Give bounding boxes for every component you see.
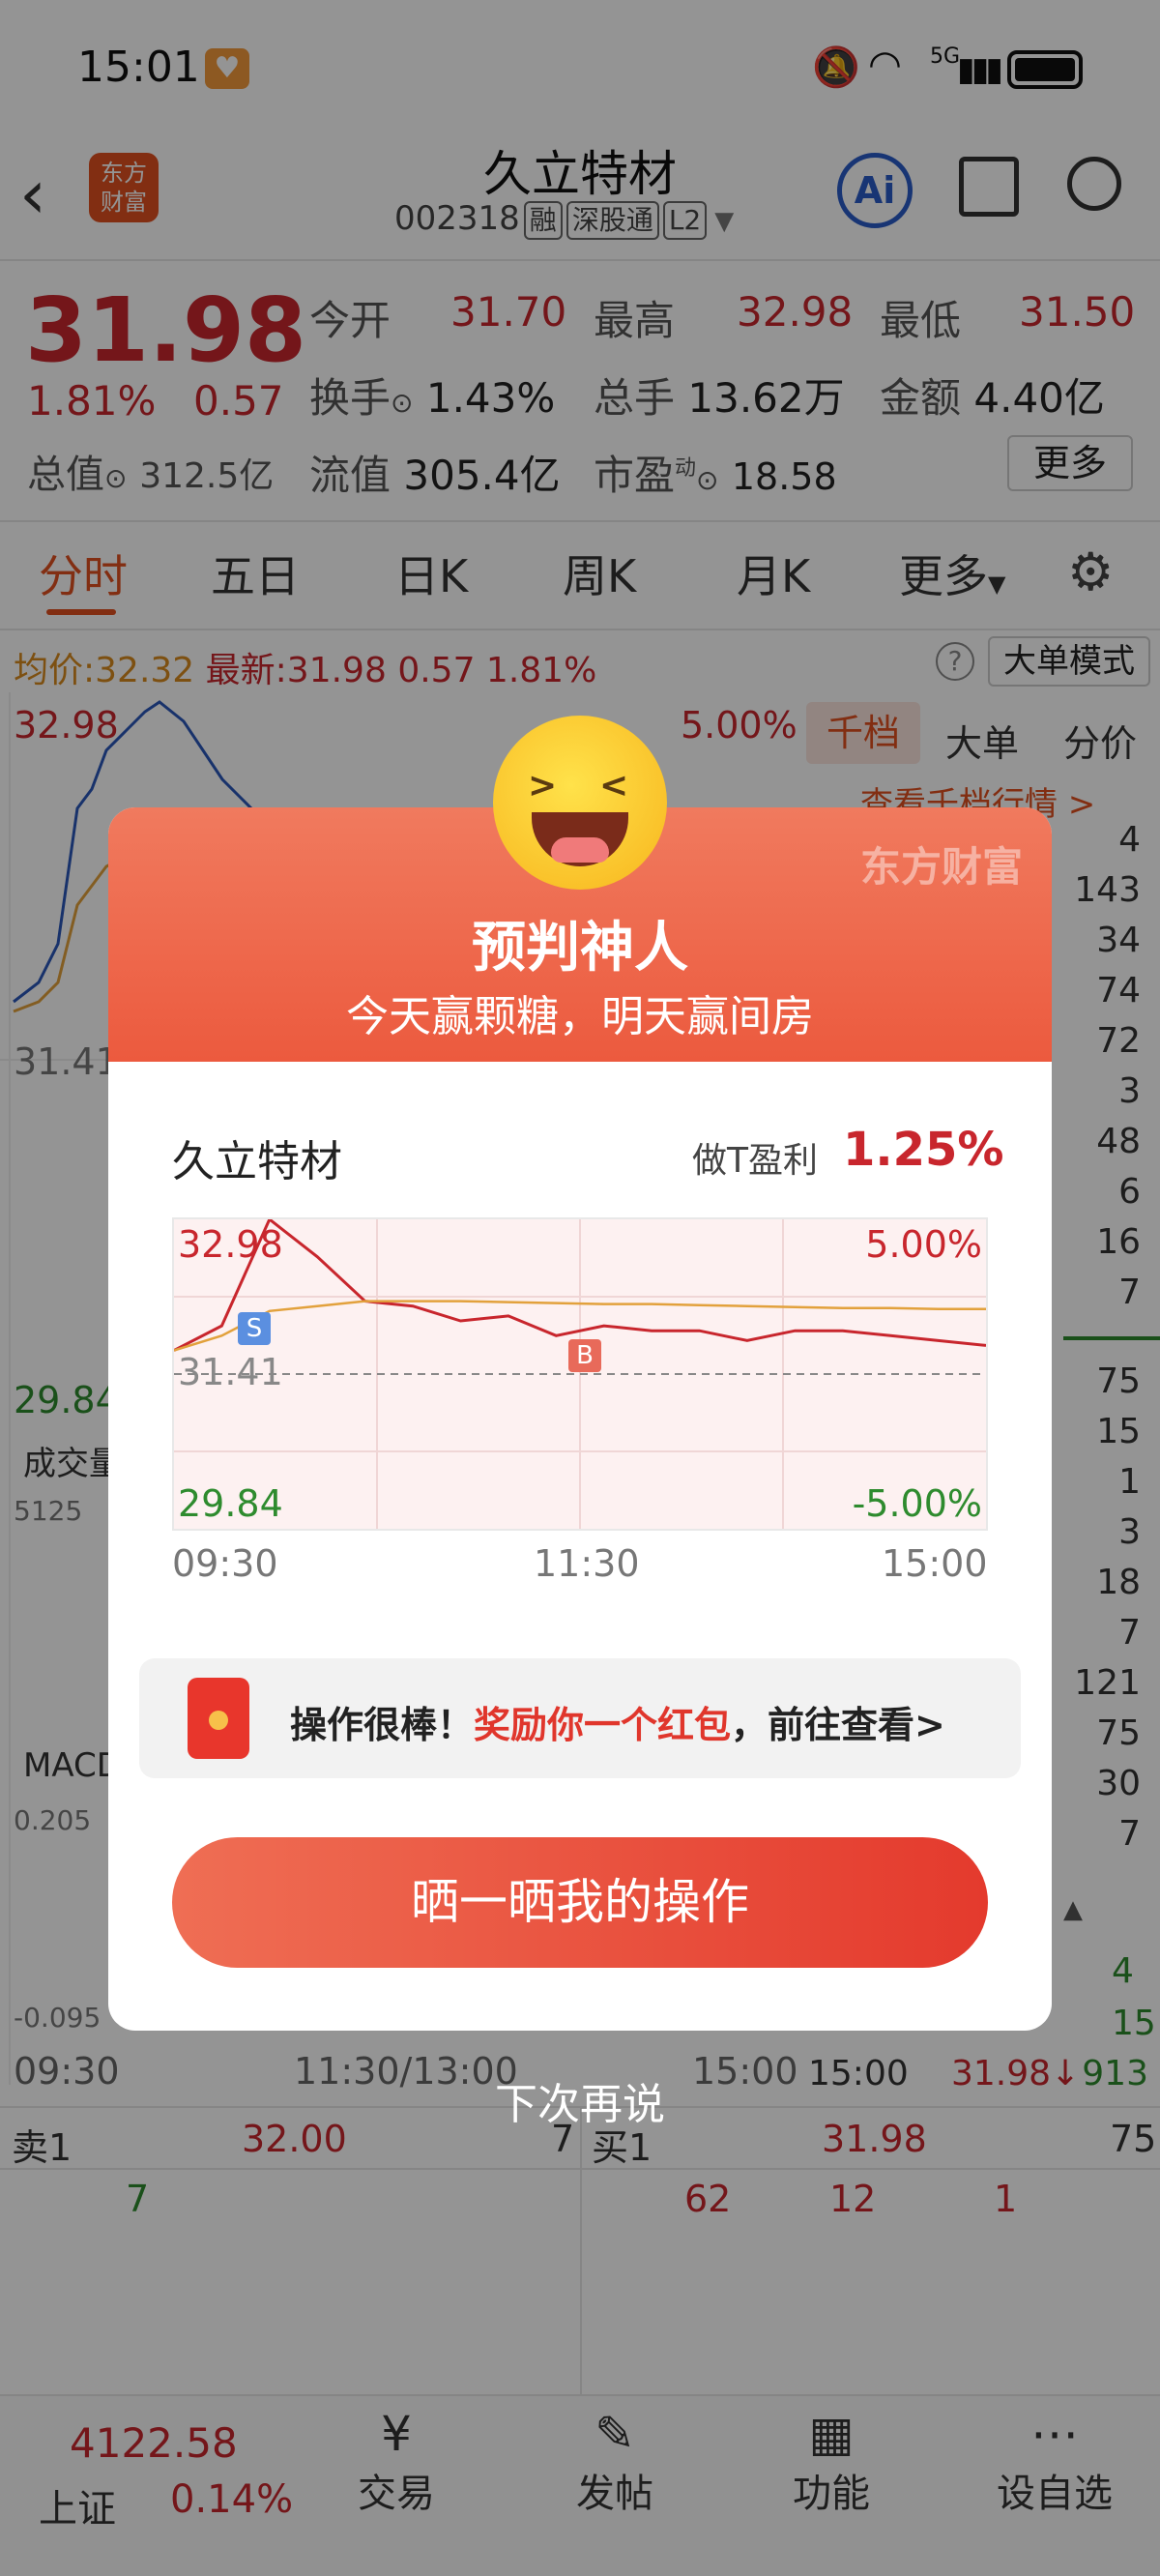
modal-chart-pct-high: 5.00% [865,1223,982,1266]
dismiss-link[interactable]: 下次再说 [0,2069,1160,2131]
laughing-emoji-icon: > < [493,716,667,890]
modal-chart-mid: 31.41 [178,1351,283,1393]
modal-subtitle: 今天赢颗糖，明天赢间房 [346,992,814,1041]
reward-prefix: 操作很棒！ [290,1704,475,1746]
profit-value: 1.25% [843,1123,1004,1177]
reward-suffix: ，前往查看> [731,1704,945,1746]
share-operation-button[interactable]: 晒一晒我的操作 [172,1837,988,1968]
modal-chart-pct-low: -5.00% [852,1482,982,1525]
app-root: { "status_bar": { "time": "15:01", "netw… [0,0,1160,2576]
achievement-modal: 东方财富 预判神人 今天赢颗糖，明天赢间房 久立特材 做T盈利 1.25% 32… [108,807,1052,2031]
modal-time-end: 15:00 [882,1542,988,1585]
buy-marker: B [568,1339,601,1372]
modal-time-mid: 11:30 [534,1542,640,1585]
modal-stock-name: 久立特材 [172,1137,342,1186]
modal-chart-low: 29.84 [178,1482,283,1525]
modal-chart: 32.98 31.41 29.84 5.00% -5.00% S B [172,1217,988,1531]
profit-label: 做T盈利 [692,1141,818,1181]
red-envelope-icon [188,1678,249,1759]
modal-time-start: 09:30 [172,1542,278,1585]
modal-title: 预判神人 [472,917,688,980]
modal-chart-high: 32.98 [178,1223,283,1266]
modal-brand-watermark: 东方财富 [859,843,1023,891]
reward-highlight: 奖励你一个红包 [474,1704,732,1746]
reward-banner[interactable]: 操作很棒！奖励你一个红包，前往查看> [139,1658,1021,1778]
reward-text: 操作很棒！奖励你一个红包，前往查看> [290,1695,945,1748]
sell-marker: S [238,1312,271,1345]
